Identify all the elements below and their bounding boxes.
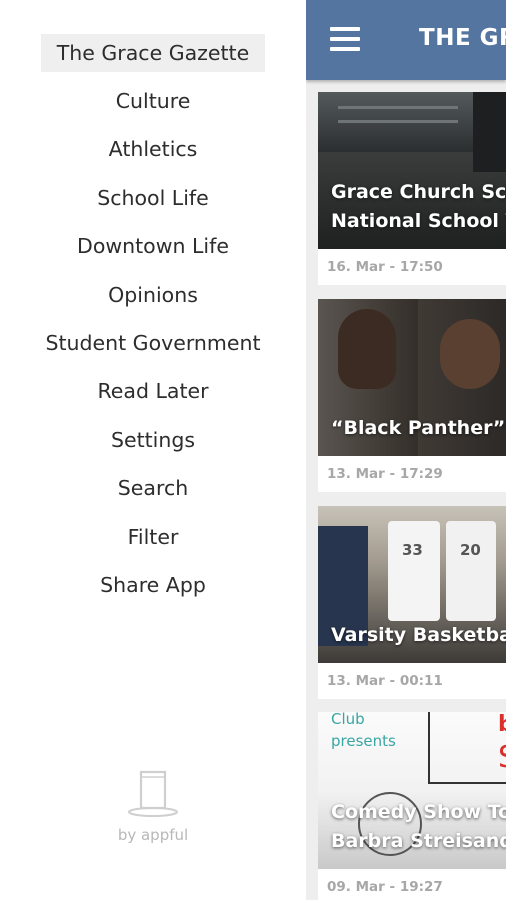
drawer-item-culture[interactable]: Culture bbox=[0, 77, 306, 125]
drawer-item-opinions[interactable]: Opinions bbox=[0, 271, 306, 319]
article-title: “Black Panther” I bbox=[331, 414, 506, 443]
hamburger-icon[interactable] bbox=[330, 27, 360, 51]
navigation-drawer: The Grace Gazette Culture Athletics Scho… bbox=[0, 0, 306, 900]
article-title: Varsity Basketba bbox=[331, 621, 506, 650]
drawer-item-student-government[interactable]: Student Government bbox=[0, 319, 306, 367]
article-title-line: Varsity Basketba bbox=[331, 624, 506, 646]
article-image: “Black Panther” I bbox=[318, 299, 506, 456]
article-image: Club presents b St Comedy Show To Barbra… bbox=[318, 712, 506, 869]
article-date: 13. Mar - 17:29 bbox=[327, 466, 443, 482]
app-title: THE GR bbox=[419, 25, 506, 51]
drawer-item-label: Filter bbox=[127, 524, 179, 549]
article-title-line: Grace Church Sch bbox=[331, 181, 506, 203]
article-date: 09. Mar - 19:27 bbox=[327, 879, 443, 895]
article-image: 33 20 Varsity Basketba bbox=[318, 506, 506, 663]
drawer-item-the-grace-gazette[interactable]: The Grace Gazette bbox=[0, 34, 306, 72]
poster-text-line: presents bbox=[331, 732, 396, 750]
article-date: 16. Mar - 17:50 bbox=[327, 259, 443, 275]
article-date: 13. Mar - 00:11 bbox=[327, 673, 443, 689]
article-title-line: Barbra Streisand bbox=[331, 830, 506, 852]
drawer-item-label: Settings bbox=[110, 427, 196, 452]
drawer-item-school-life[interactable]: School Life bbox=[0, 174, 306, 222]
article-title: Comedy Show To Barbra Streisand bbox=[331, 798, 506, 856]
drawer-item-label: Athletics bbox=[108, 137, 198, 162]
powered-by-label: by appful bbox=[117, 826, 189, 844]
article-card[interactable]: Grace Church Sch National School \ 16. M… bbox=[318, 92, 506, 285]
cup-icon bbox=[128, 770, 178, 817]
drawer-item-label: Student Government bbox=[45, 330, 261, 355]
main-feed: THE GR Grace Church Sch National School … bbox=[306, 0, 506, 900]
drawer-item-read-later[interactable]: Read Later bbox=[0, 367, 306, 415]
drawer-item-label: Culture bbox=[115, 89, 191, 113]
drawer-item-settings[interactable]: Settings bbox=[0, 416, 306, 464]
drawer-item-label: Read Later bbox=[97, 379, 209, 404]
drawer-item-share-app[interactable]: Share App bbox=[0, 561, 306, 609]
article-title-line: National School \ bbox=[331, 210, 506, 232]
drawer-footer[interactable]: by appful bbox=[0, 768, 306, 844]
drawer-menu: The Grace Gazette Culture Athletics Scho… bbox=[0, 34, 306, 609]
poster-text-line: Club bbox=[331, 712, 365, 728]
drawer-item-filter[interactable]: Filter bbox=[0, 513, 306, 561]
article-card[interactable]: “Black Panther” I 13. Mar - 17:29 bbox=[318, 299, 506, 492]
drawer-item-label: Opinions bbox=[108, 282, 198, 307]
drawer-item-label: Search bbox=[117, 476, 189, 501]
article-card[interactable]: 33 20 Varsity Basketba 13. Mar - 00:11 bbox=[318, 506, 506, 699]
drawer-item-label: School Life bbox=[97, 185, 209, 210]
article-title: Grace Church Sch National School \ bbox=[331, 178, 506, 236]
article-card[interactable]: Club presents b St Comedy Show To Barbra… bbox=[318, 712, 506, 900]
article-title-line: Comedy Show To bbox=[331, 801, 506, 823]
drawer-item-athletics[interactable]: Athletics bbox=[0, 125, 306, 173]
drawer-item-search[interactable]: Search bbox=[0, 464, 306, 512]
drawer-item-label: The Grace Gazette bbox=[40, 34, 266, 72]
article-title-line: “Black Panther” I bbox=[331, 417, 506, 439]
drawer-item-label: Downtown Life bbox=[77, 234, 229, 259]
article-image: Grace Church Sch National School \ bbox=[318, 92, 506, 249]
drawer-item-label: Share App bbox=[100, 572, 206, 597]
drawer-item-downtown-life[interactable]: Downtown Life bbox=[0, 222, 306, 270]
app-toolbar: THE GR bbox=[306, 0, 506, 80]
